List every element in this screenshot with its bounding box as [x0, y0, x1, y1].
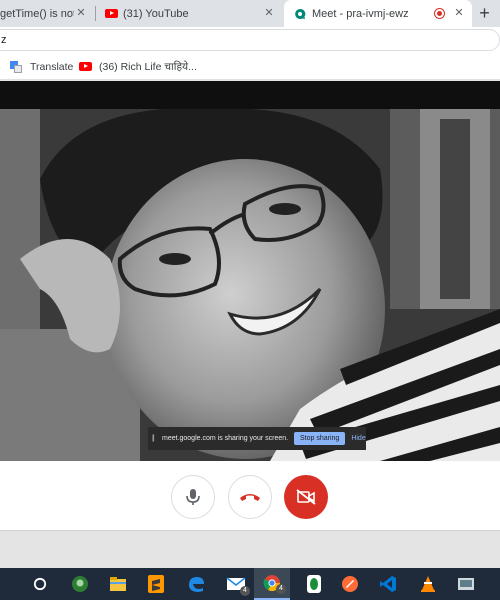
taskbar-app-whatsapp[interactable]: [296, 568, 332, 600]
taskbar-app-vscode[interactable]: [370, 568, 406, 600]
tab-title: Meet - pra-ivmj-ewz: [312, 7, 409, 20]
bookmark-label: Translate: [30, 60, 74, 73]
cortana-icon: [33, 577, 47, 591]
taskbar: 4 4: [0, 568, 500, 600]
phone-hangup-icon: [240, 494, 260, 501]
bookmarks-bar: Translate (36) Rich Life चाहिये...: [0, 53, 500, 80]
media-icon: [458, 578, 474, 590]
taskbar-app-assistant[interactable]: [62, 568, 98, 600]
tab-meet[interactable]: Meet - pra-ivmj-ewz ✕: [284, 0, 472, 27]
tab-strip: getTime() is not a ✕ (31) YouTube ✕ Meet…: [0, 0, 500, 27]
meet-icon: [294, 8, 306, 20]
taskbar-app-postman[interactable]: [332, 568, 368, 600]
microphone-icon: [186, 489, 200, 505]
vlc-icon: [421, 576, 435, 592]
participant-video: [0, 109, 500, 461]
bookmark-rich-life[interactable]: (36) Rich Life चाहिये...: [79, 58, 197, 75]
tab-title: (31) YouTube: [123, 7, 189, 20]
camera-off-icon: [296, 489, 316, 505]
page-footer-area: [0, 530, 500, 568]
assistant-icon: [72, 576, 88, 592]
stop-sharing-button[interactable]: Stop sharing: [294, 432, 346, 445]
taskbar-app-file-explorer[interactable]: [100, 568, 136, 600]
screen-share-notice: || meet.google.com is sharing your scree…: [148, 427, 366, 450]
call-controls: [0, 461, 500, 530]
close-icon[interactable]: ✕: [74, 6, 88, 20]
close-icon[interactable]: ✕: [262, 6, 276, 20]
participant-photo: [0, 109, 500, 461]
taskbar-app-edge[interactable]: [178, 568, 214, 600]
youtube-icon: [79, 62, 92, 71]
address-bar[interactable]: z: [0, 29, 500, 51]
taskbar-app-media[interactable]: [448, 568, 484, 600]
taskbar-app-vlc[interactable]: [410, 568, 446, 600]
camera-toggle-button[interactable]: [284, 475, 328, 519]
vscode-icon: [380, 576, 396, 592]
bookmark-translate[interactable]: Translate: [10, 58, 73, 75]
drag-handle-icon[interactable]: ||: [152, 435, 160, 442]
edge-icon: [189, 577, 204, 592]
postman-icon: [342, 576, 358, 592]
bookmark-label: (36) Rich Life चाहिये...: [99, 60, 197, 73]
share-message: meet.google.com is sharing your screen.: [162, 435, 289, 442]
whatsapp-icon: [307, 575, 321, 593]
cortana-button[interactable]: [22, 568, 58, 600]
hide-button[interactable]: Hide: [351, 435, 365, 442]
tab-gettime[interactable]: getTime() is not a ✕: [0, 0, 94, 27]
taskbar-app-sublime[interactable]: [138, 568, 174, 600]
tab-title: getTime() is not a: [0, 7, 74, 20]
chrome-window-count-badge: 4: [276, 584, 286, 594]
close-icon[interactable]: ✕: [452, 6, 466, 20]
meet-header: [0, 81, 500, 109]
taskbar-app-chrome[interactable]: 4: [254, 568, 290, 600]
tab-youtube[interactable]: (31) YouTube ✕: [96, 0, 282, 27]
file-explorer-icon: [110, 577, 126, 591]
google-translate-icon: [10, 60, 22, 73]
taskbar-app-mail[interactable]: 4: [218, 568, 254, 600]
recording-icon: [434, 8, 445, 19]
browser-toolbar: z: [0, 27, 500, 53]
microphone-button[interactable]: [171, 475, 215, 519]
mail-count-badge: 4: [240, 586, 250, 596]
new-tab-button[interactable]: +: [475, 4, 494, 23]
sublime-text-icon: [148, 575, 164, 593]
youtube-icon: [105, 9, 118, 18]
hang-up-button[interactable]: [228, 475, 272, 519]
